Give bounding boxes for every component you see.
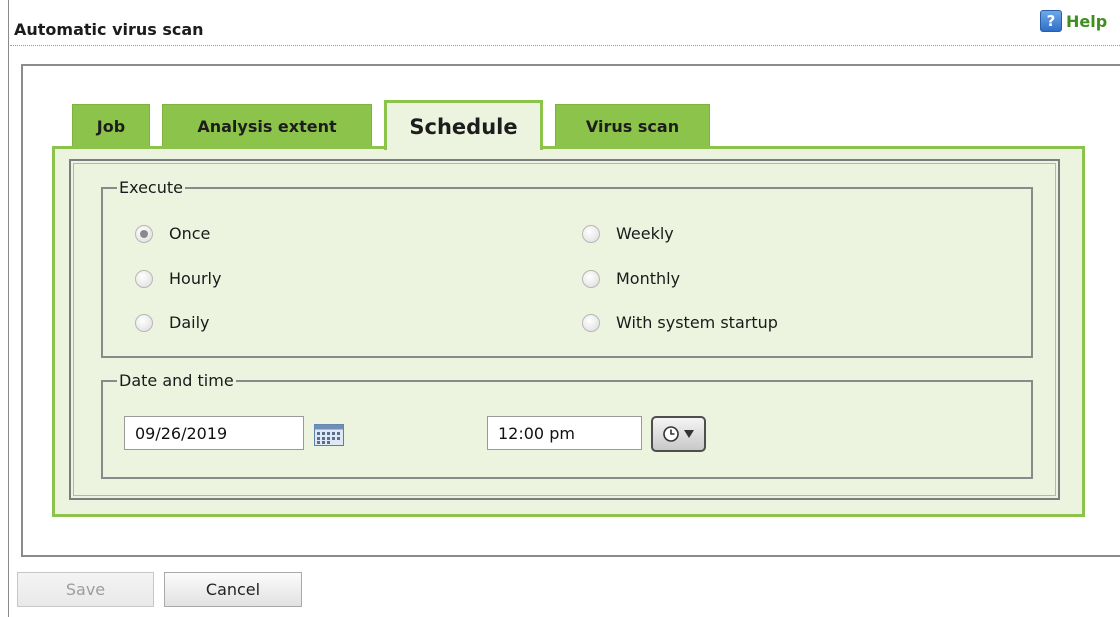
date-input[interactable]	[124, 416, 304, 450]
date-time-legend: Date and time	[119, 371, 234, 390]
clock-icon	[663, 426, 679, 442]
radio-selected-dot	[140, 229, 148, 238]
tab-schedule[interactable]: Schedule	[384, 100, 543, 150]
radio-button[interactable]	[582, 224, 600, 243]
radio-weekly[interactable]: Weekly	[582, 224, 674, 243]
tab-label: Job	[96, 117, 126, 136]
tab-label: Schedule	[409, 114, 518, 139]
radio-hourly[interactable]: Hourly	[135, 269, 221, 288]
save-button[interactable]: Save	[17, 572, 154, 607]
radio-button[interactable]	[582, 269, 600, 288]
title-divider	[10, 45, 1120, 46]
tab-analysis-extent[interactable]: Analysis extent	[162, 104, 372, 148]
cancel-button[interactable]: Cancel	[164, 572, 302, 607]
time-picker-button[interactable]	[651, 416, 706, 452]
execute-legend: Execute	[119, 178, 183, 197]
radio-once[interactable]: Once	[135, 224, 210, 243]
radio-button[interactable]	[582, 313, 600, 332]
radio-label: Once	[169, 224, 211, 243]
help-label: Help	[1066, 11, 1108, 31]
tab-job[interactable]: Job	[72, 104, 150, 148]
chevron-down-icon	[684, 430, 694, 438]
radio-button[interactable]	[135, 224, 153, 243]
left-border	[8, 0, 9, 617]
tab-virus-scan[interactable]: Virus scan	[555, 104, 710, 148]
radio-label: With system startup	[616, 313, 778, 332]
radio-label: Monthly	[616, 269, 681, 288]
radio-button[interactable]	[135, 269, 153, 288]
execute-group: Execute	[101, 178, 1033, 358]
page-title: Automatic virus scan	[14, 20, 204, 39]
radio-label: Hourly	[169, 269, 222, 288]
radio-with-system-startup[interactable]: With system startup	[582, 313, 778, 332]
time-input[interactable]	[487, 416, 642, 450]
save-button-label: Save	[65, 580, 106, 599]
radio-label: Weekly	[616, 224, 674, 243]
radio-label: Daily	[169, 313, 210, 332]
help-icon: ?	[1040, 10, 1062, 32]
calendar-icon[interactable]	[314, 424, 344, 446]
radio-monthly[interactable]: Monthly	[582, 269, 680, 288]
radio-daily[interactable]: Daily	[135, 313, 209, 332]
radio-button[interactable]	[135, 313, 153, 332]
help-link[interactable]: ? Help	[1040, 10, 1107, 32]
cancel-button-label: Cancel	[205, 580, 261, 599]
tab-label: Virus scan	[585, 117, 680, 136]
tab-label: Analysis extent	[197, 117, 337, 136]
